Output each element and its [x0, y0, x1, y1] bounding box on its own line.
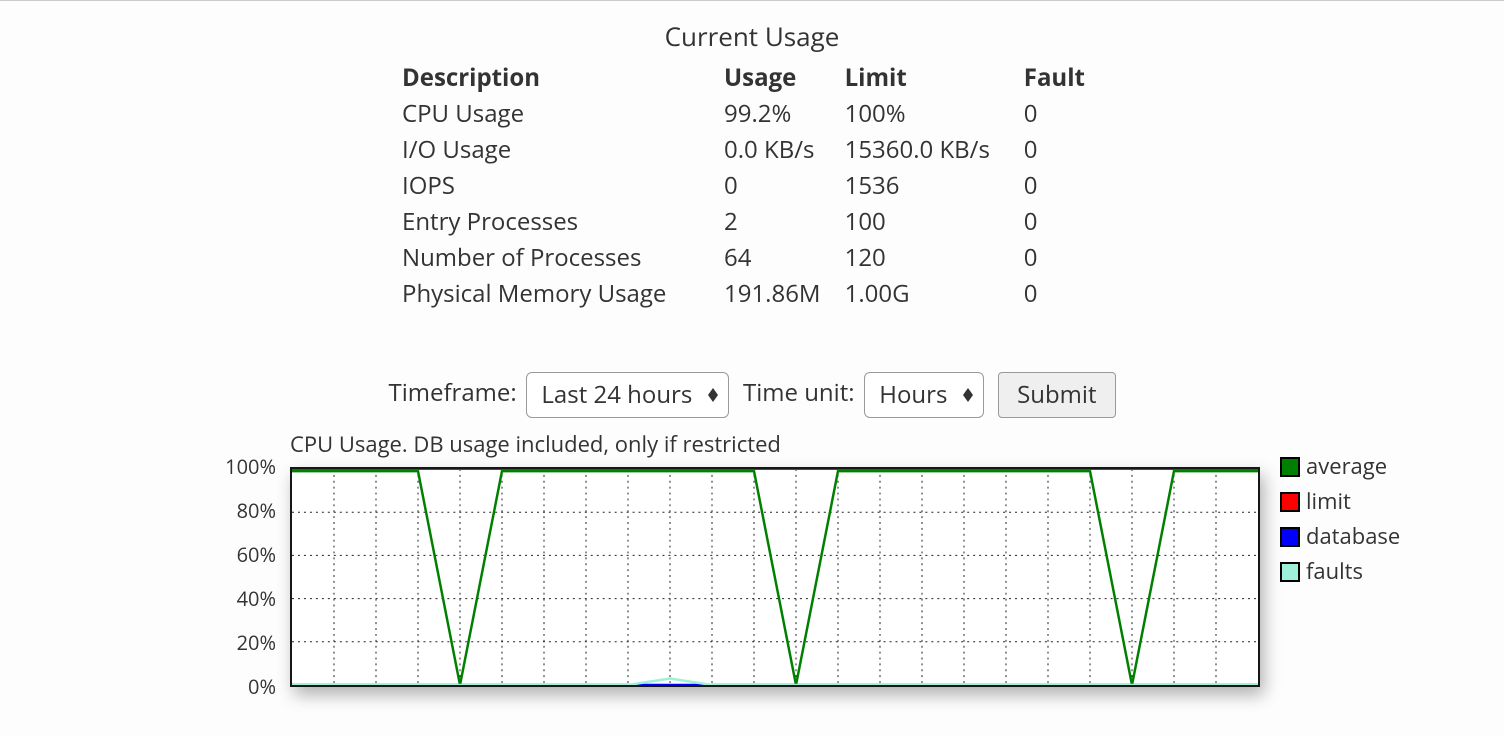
legend-label-database: database — [1306, 520, 1400, 553]
legend-label-limit: limit — [1306, 485, 1351, 518]
table-row: I/O Usage0.0 KB/s15360.0 KB/s0 — [402, 132, 1102, 168]
y-tick-label: 20% — [237, 628, 276, 658]
table-row: IOPS015360 — [402, 168, 1102, 204]
current-usage-block: Current Usage Description Usage Limit Fa… — [402, 17, 1102, 312]
legend-swatch-average — [1280, 457, 1300, 477]
table-cell-usage: 191.86M — [724, 276, 845, 312]
chart-row: CPU Usage. DB usage included, only if re… — [0, 428, 1504, 687]
table-cell-description: I/O Usage — [402, 132, 724, 168]
table-cell-description: IOPS — [402, 168, 724, 204]
legend-item-database: database — [1280, 520, 1400, 553]
legend-swatch-database — [1280, 527, 1300, 547]
timeunit-select-value: Hours — [879, 378, 947, 411]
timeunit-select[interactable]: Hours — [864, 372, 984, 418]
chart-plot — [290, 467, 1260, 687]
y-tick-label: 100% — [225, 452, 276, 482]
table-cell-usage: 99.2% — [724, 96, 845, 132]
table-cell-limit: 1536 — [845, 168, 1024, 204]
timeframe-label: Timeframe: — [388, 376, 516, 409]
legend-item-faults: faults — [1280, 555, 1400, 588]
chart-y-axis: 0%20%40%60%80%100% — [190, 467, 290, 687]
select-spinner-icon — [708, 388, 718, 402]
table-cell-fault: 0 — [1024, 132, 1102, 168]
y-tick-label: 0% — [248, 672, 276, 702]
table-row: CPU Usage99.2%100%0 — [402, 96, 1102, 132]
select-spinner-icon — [963, 388, 973, 402]
th-description: Description — [402, 60, 724, 96]
usage-title: Current Usage — [402, 17, 1102, 56]
legend-item-limit: limit — [1280, 485, 1400, 518]
chart-caption: CPU Usage. DB usage included, only if re… — [290, 428, 1260, 461]
legend-label-faults: faults — [1306, 555, 1363, 588]
th-fault: Fault — [1024, 60, 1102, 96]
table-cell-fault: 0 — [1024, 276, 1102, 312]
table-cell-fault: 0 — [1024, 204, 1102, 240]
top-divider — [0, 0, 1504, 1]
table-cell-fault: 0 — [1024, 240, 1102, 276]
chart-legend: average limit database faults — [1280, 450, 1400, 590]
table-cell-limit: 120 — [845, 240, 1024, 276]
table-cell-limit: 1.00G — [845, 276, 1024, 312]
table-cell-limit: 100 — [845, 204, 1024, 240]
table-cell-description: Number of Processes — [402, 240, 724, 276]
timeunit-label: Time unit: — [743, 376, 855, 409]
legend-swatch-limit — [1280, 492, 1300, 512]
table-cell-limit: 100% — [845, 96, 1024, 132]
table-cell-limit: 15360.0 KB/s — [845, 132, 1024, 168]
timeframe-select-value: Last 24 hours — [541, 378, 692, 411]
table-cell-usage: 2 — [724, 204, 845, 240]
table-cell-fault: 0 — [1024, 96, 1102, 132]
table-row: Entry Processes21000 — [402, 204, 1102, 240]
legend-swatch-faults — [1280, 562, 1300, 582]
legend-label-average: average — [1306, 450, 1387, 483]
y-tick-label: 80% — [237, 496, 276, 526]
th-usage: Usage — [724, 60, 845, 96]
table-cell-usage: 0 — [724, 168, 845, 204]
y-tick-label: 40% — [237, 584, 276, 614]
table-cell-description: Physical Memory Usage — [402, 276, 724, 312]
table-cell-usage: 64 — [724, 240, 845, 276]
table-cell-usage: 0.0 KB/s — [724, 132, 845, 168]
submit-button[interactable]: Submit — [998, 372, 1115, 418]
th-limit: Limit — [845, 60, 1024, 96]
table-cell-description: Entry Processes — [402, 204, 724, 240]
table-row: Number of Processes641200 — [402, 240, 1102, 276]
y-tick-label: 60% — [237, 540, 276, 570]
table-cell-fault: 0 — [1024, 168, 1102, 204]
table-cell-description: CPU Usage — [402, 96, 724, 132]
controls-row: Timeframe: Last 24 hours Time unit: Hour… — [0, 372, 1504, 418]
timeframe-select[interactable]: Last 24 hours — [526, 372, 729, 418]
usage-table: Description Usage Limit Fault CPU Usage9… — [402, 60, 1102, 312]
legend-item-average: average — [1280, 450, 1400, 483]
table-row: Physical Memory Usage191.86M1.00G0 — [402, 276, 1102, 312]
